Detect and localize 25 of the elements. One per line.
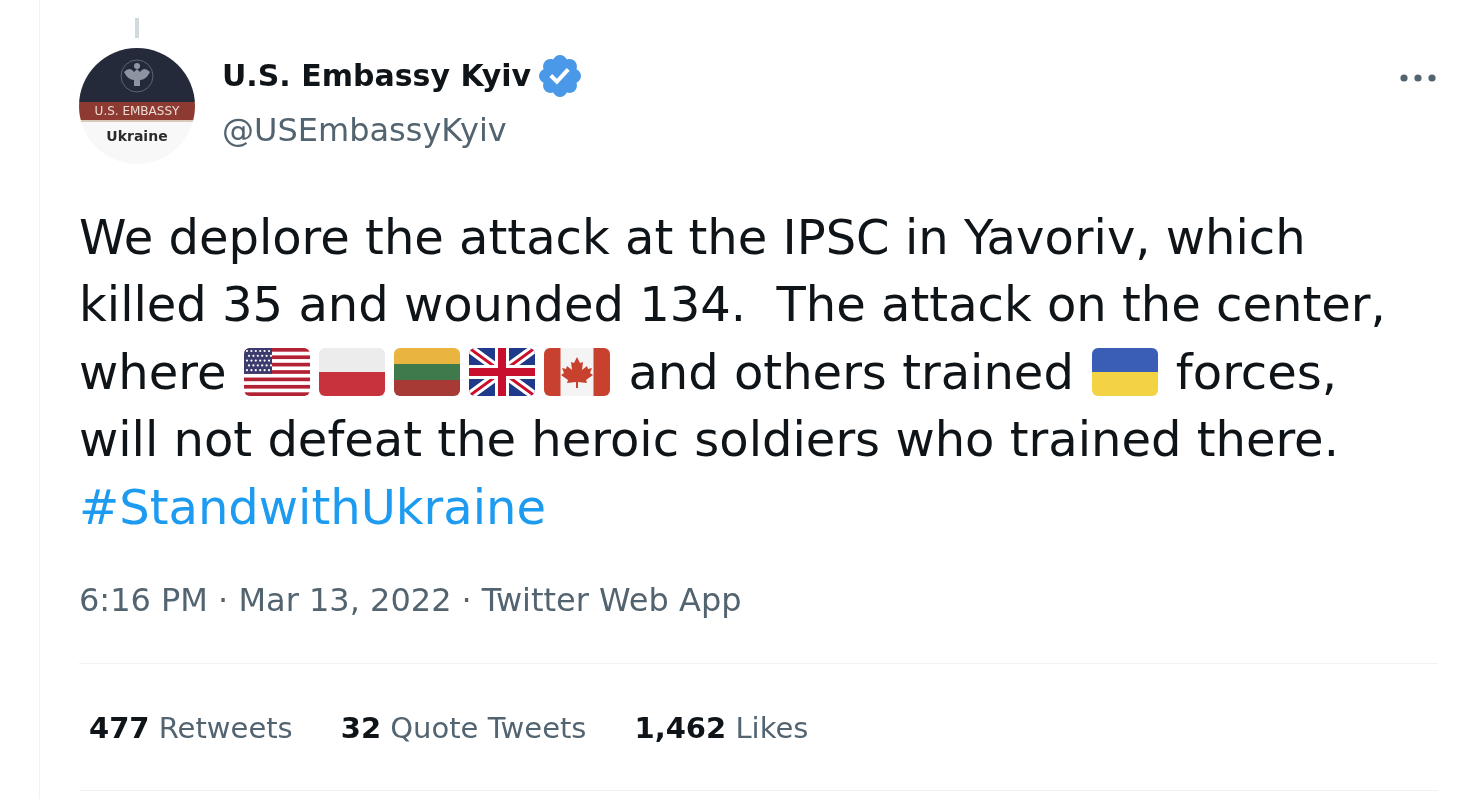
timestamp-link[interactable]: 6:16 PM · Mar 13, 2022 [79, 577, 452, 622]
stat-link[interactable]: 1,462 Likes [634, 705, 809, 750]
logo-caption-text: Ukraine [106, 127, 168, 145]
tweet-text: and others trained [628, 343, 1074, 400]
tweet-text: We deplore the attack at the IPSC in Yavoriv, which [79, 208, 1306, 265]
author-handle[interactable]: @USEmbassyKyiv [222, 108, 582, 152]
more-icon [1400, 74, 1436, 82]
union-jack-flag-icon [469, 347, 536, 396]
seal-emblem-icon [120, 58, 154, 94]
lithuania-flag-icon [394, 347, 461, 396]
tweet-text: killed 35 and wounded 134. The attack on the center, [79, 276, 1386, 333]
source-link[interactable]: Twitter Web App [481, 577, 742, 622]
canada-flag-icon [544, 347, 611, 396]
ukraine-flag-icon [1091, 347, 1158, 396]
tweet-text: will not defeat the heroic soldiers who trained there. [79, 411, 1339, 468]
embassy-logo-avatar[interactable]: U.S. EMBASSY Ukraine [79, 48, 195, 164]
poland-flag-icon [319, 347, 386, 396]
logo-banner-text: U.S. EMBASSY [94, 104, 180, 118]
separator-dot: · [461, 579, 472, 621]
author-name[interactable]: U.S. Embassy Kyiv [222, 56, 532, 96]
tweet-text: forces, [1175, 343, 1337, 400]
us-flag-icon [244, 347, 311, 396]
tweet-text: where [79, 343, 227, 400]
stat-link[interactable]: 477 Retweets [89, 705, 293, 750]
stat-link[interactable]: 32 Quote Tweets [340, 705, 587, 750]
